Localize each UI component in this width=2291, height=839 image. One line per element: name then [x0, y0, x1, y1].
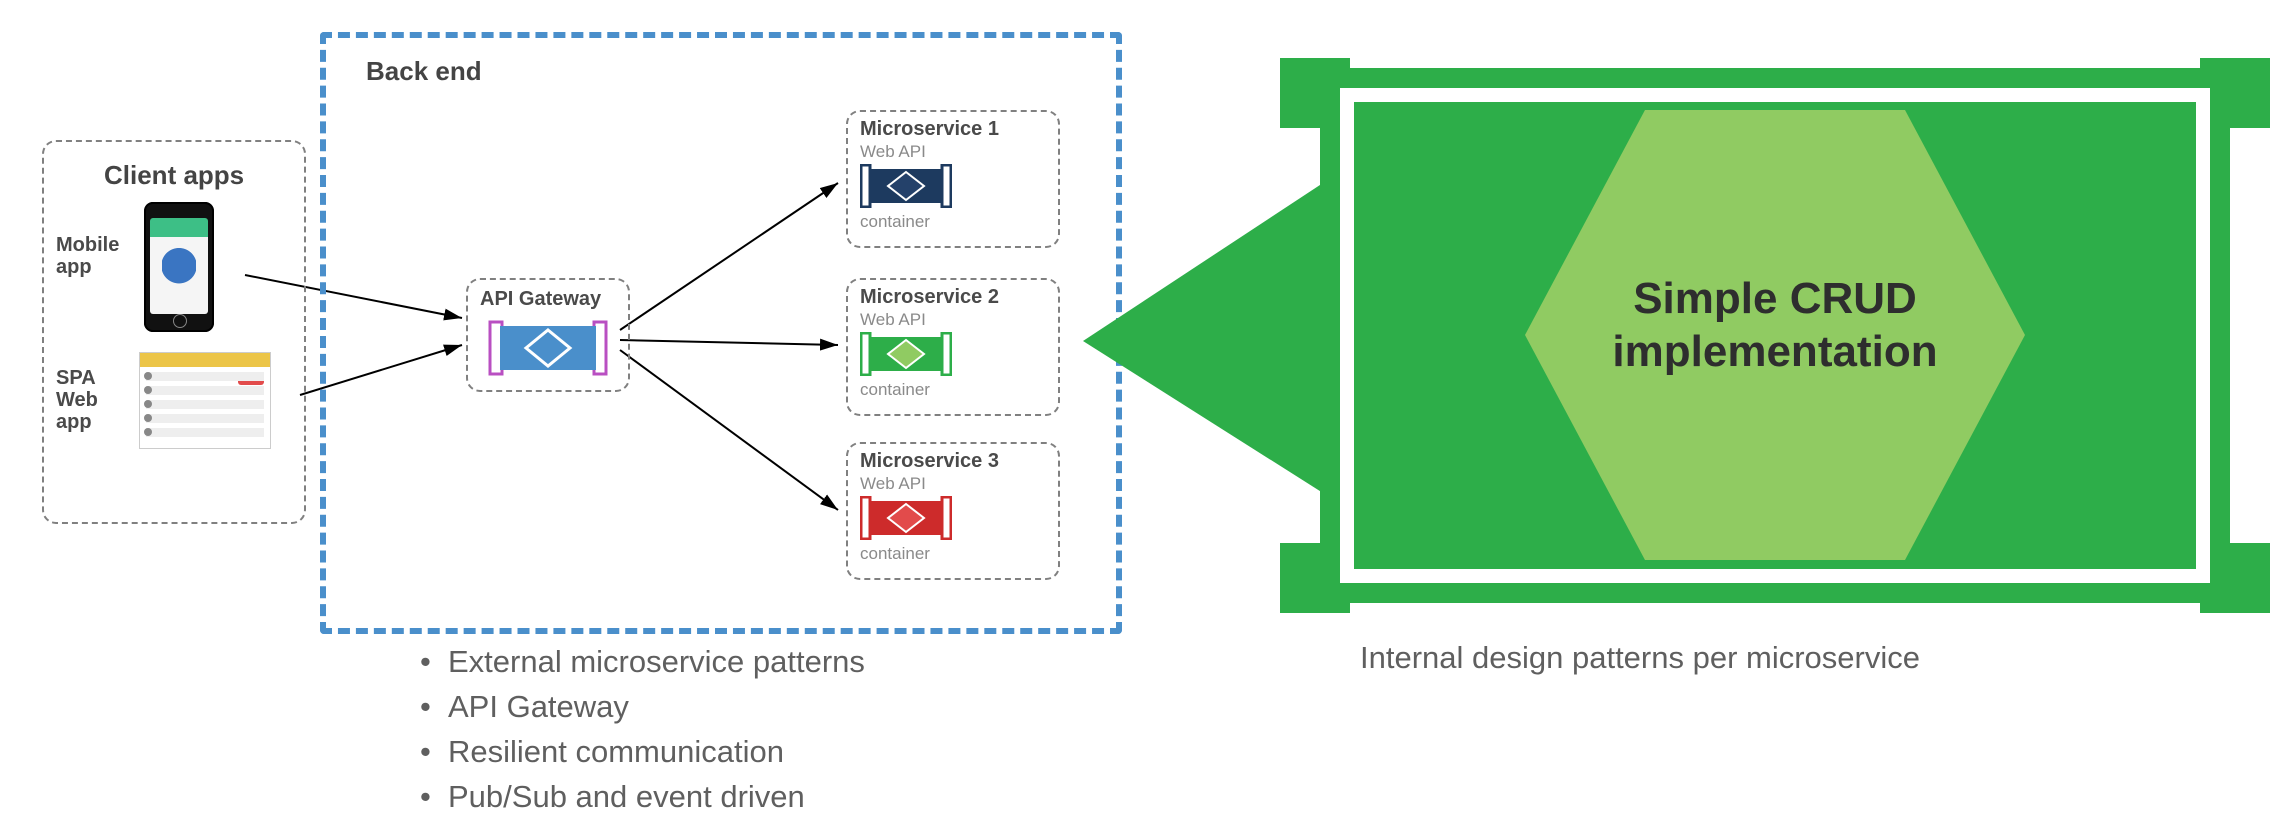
- microservice-title: Microservice 3: [860, 450, 999, 472]
- microservice-title: Microservice 2: [860, 286, 999, 308]
- microservice-title: Microservice 1: [860, 118, 999, 140]
- mobile-app-mock: [144, 202, 214, 332]
- microservice-api-label: Web API: [860, 474, 926, 494]
- container-icon: [860, 164, 952, 213]
- microservice-api-label: Web API: [860, 142, 926, 162]
- mobile-app-label: Mobile app: [56, 234, 119, 278]
- backend-bullets: •External microservice patterns •API Gat…: [420, 640, 865, 820]
- diagram-stage: Client apps Mobile app SPA Web app Back …: [0, 0, 2291, 839]
- callout-arrow: [1083, 183, 1323, 493]
- bullet-item: •API Gateway: [420, 685, 865, 730]
- microservice-container-label: container: [860, 212, 930, 232]
- microservice-box-2: Microservice 2 Web API container: [846, 278, 1060, 416]
- client-apps-title: Client apps: [104, 160, 244, 191]
- container-icon: [860, 496, 952, 545]
- microservice-box-3: Microservice 3 Web API container: [846, 442, 1060, 580]
- bullet-item: •External microservice patterns: [420, 640, 865, 685]
- right-caption: Internal design patterns per microservic…: [1360, 640, 1920, 676]
- backend-title: Back end: [366, 56, 482, 87]
- microservice-container-label: container: [860, 380, 930, 400]
- container-icon: [860, 332, 952, 381]
- client-apps-box: Client apps Mobile app SPA Web app: [42, 140, 306, 524]
- bullet-item: •Resilient communication: [420, 730, 865, 775]
- api-gateway-title: API Gateway: [480, 288, 601, 310]
- microservice-api-label: Web API: [860, 310, 926, 330]
- microservice-container-label: container: [860, 544, 930, 564]
- crud-line2: implementation: [1612, 327, 1937, 376]
- crud-line1: Simple CRUD: [1633, 274, 1917, 323]
- crud-text: Simple CRUD implementation: [1320, 273, 2230, 379]
- api-gateway-icon: [488, 320, 608, 381]
- api-gateway-box: API Gateway: [466, 278, 630, 392]
- corner-accent: [2200, 58, 2270, 128]
- crud-panel: Simple CRUD implementation: [1320, 68, 2230, 603]
- corner-accent: [2200, 543, 2270, 613]
- microservice-box-1: Microservice 1 Web API container: [846, 110, 1060, 248]
- spa-app-label: SPA Web app: [56, 367, 98, 433]
- bullet-item: •Pub/Sub and event driven: [420, 775, 865, 820]
- spa-app-mock: [139, 352, 271, 449]
